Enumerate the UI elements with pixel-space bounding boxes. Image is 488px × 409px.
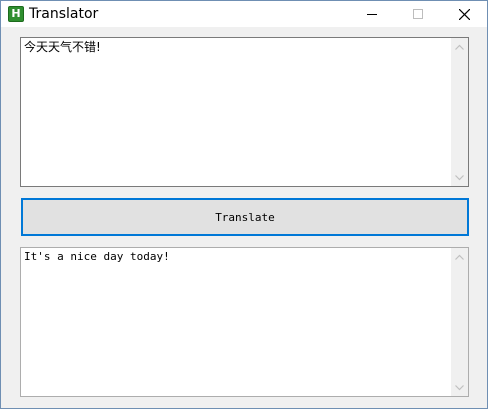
maximize-icon [413, 9, 423, 19]
scroll-down-button[interactable] [451, 169, 468, 186]
title-bar[interactable]: H Translator [1, 1, 487, 27]
window-title: Translator [29, 6, 99, 22]
scroll-up-button[interactable] [451, 38, 468, 55]
minimize-icon [367, 14, 377, 15]
translator-window: H Translator 今天天气不错! Translate It's a ni… [0, 0, 488, 409]
output-scrollbar[interactable] [451, 248, 468, 396]
chevron-up-icon [455, 44, 464, 50]
app-icon: H [8, 6, 24, 22]
close-icon [458, 8, 470, 20]
maximize-button[interactable] [395, 1, 441, 27]
output-text: It's a nice day today! [24, 250, 170, 263]
minimize-button[interactable] [349, 1, 395, 27]
scroll-up-button[interactable] [451, 248, 468, 265]
chevron-up-icon [455, 254, 464, 260]
chevron-down-icon [455, 384, 464, 390]
output-text-area[interactable]: It's a nice day today! [20, 247, 469, 397]
source-scrollbar[interactable] [451, 38, 468, 186]
source-text: 今天天气不错! [24, 40, 101, 54]
chevron-down-icon [455, 174, 464, 180]
translate-button[interactable]: Translate [21, 198, 469, 236]
scroll-down-button[interactable] [451, 379, 468, 396]
close-button[interactable] [441, 1, 487, 27]
source-text-area[interactable]: 今天天气不错! [20, 37, 469, 187]
